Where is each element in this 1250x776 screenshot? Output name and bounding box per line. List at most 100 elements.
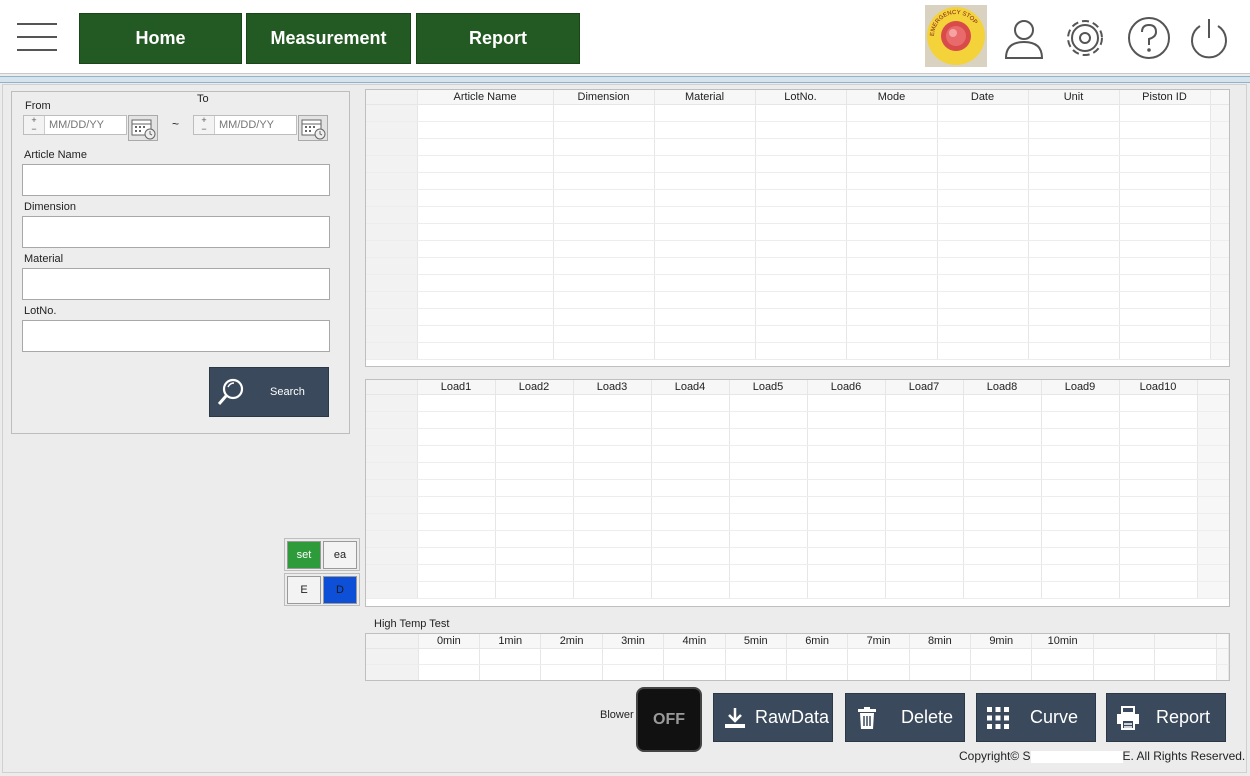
row-header-cell[interactable] <box>366 411 418 429</box>
table-cell[interactable] <box>729 394 808 412</box>
table-cell[interactable] <box>654 138 756 156</box>
scrollbar-track[interactable] <box>1210 274 1229 292</box>
scrollbar-track[interactable] <box>1210 206 1229 224</box>
table-cell[interactable] <box>755 240 847 258</box>
row-header-cell[interactable] <box>366 257 418 275</box>
table-cell[interactable] <box>755 104 847 122</box>
row-header-cell[interactable] <box>366 428 418 446</box>
nav-home-button[interactable]: Home <box>79 13 242 64</box>
table-cell[interactable] <box>807 513 886 531</box>
table-cell[interactable] <box>495 581 574 599</box>
table-cell[interactable] <box>1119 513 1198 531</box>
table-cell[interactable] <box>1119 138 1211 156</box>
table-cell[interactable] <box>885 530 964 548</box>
row-header-cell[interactable] <box>366 648 419 665</box>
help-icon[interactable] <box>1127 16 1171 60</box>
table-cell[interactable] <box>1028 342 1120 360</box>
table-cell[interactable] <box>495 479 574 497</box>
table-cell[interactable] <box>786 648 849 665</box>
table-cell[interactable] <box>963 564 1042 582</box>
table-cell[interactable] <box>937 155 1029 173</box>
table-cell[interactable] <box>553 274 655 292</box>
table-cell[interactable] <box>654 257 756 275</box>
table-cell[interactable] <box>846 308 938 326</box>
table-cell[interactable] <box>963 479 1042 497</box>
table-cell[interactable] <box>651 445 730 463</box>
table-cell[interactable] <box>1119 274 1211 292</box>
table-cell[interactable] <box>885 394 964 412</box>
rawdata-button[interactable]: RawData <box>713 693 833 742</box>
table-cell[interactable] <box>1119 223 1211 241</box>
table-cell[interactable] <box>937 274 1029 292</box>
table-cell[interactable] <box>651 530 730 548</box>
table-row[interactable] <box>366 513 1229 531</box>
table-cell[interactable] <box>1119 342 1211 360</box>
scrollbar-track[interactable] <box>1210 155 1229 173</box>
table-cell[interactable] <box>847 648 910 665</box>
table-cell[interactable] <box>654 189 756 207</box>
column-header[interactable]: Load10 <box>1119 380 1198 395</box>
table-cell[interactable] <box>1119 121 1211 139</box>
row-header-cell[interactable] <box>366 206 418 224</box>
table-cell[interactable] <box>885 513 964 531</box>
material-input[interactable] <box>22 268 330 300</box>
table-cell[interactable] <box>417 240 554 258</box>
table-cell[interactable] <box>417 104 554 122</box>
set-toggle-button[interactable]: set <box>287 541 321 569</box>
table-cell[interactable] <box>651 428 730 446</box>
table-cell[interactable] <box>573 581 652 599</box>
table-cell[interactable] <box>729 411 808 429</box>
table-cell[interactable] <box>654 342 756 360</box>
table-cell[interactable] <box>755 189 847 207</box>
table-cell[interactable] <box>1119 564 1198 582</box>
table-cell[interactable] <box>553 138 655 156</box>
table-cell[interactable] <box>553 223 655 241</box>
table-cell[interactable] <box>1119 189 1211 207</box>
table-cell[interactable] <box>417 530 496 548</box>
table-cell[interactable] <box>963 547 1042 565</box>
row-header-cell[interactable] <box>366 564 418 582</box>
scrollbar-track[interactable] <box>1210 172 1229 190</box>
table-cell[interactable] <box>937 240 1029 258</box>
table-cell[interactable] <box>963 394 1042 412</box>
table-cell[interactable] <box>573 513 652 531</box>
table-row[interactable] <box>366 308 1229 326</box>
table-cell[interactable] <box>1041 564 1120 582</box>
row-header-cell[interactable] <box>366 223 418 241</box>
table-cell[interactable] <box>807 564 886 582</box>
table-row[interactable] <box>366 104 1229 122</box>
column-header[interactable]: Load5 <box>729 380 808 395</box>
scrollbar-track[interactable] <box>1197 564 1229 582</box>
user-icon[interactable] <box>1002 16 1046 60</box>
table-cell[interactable] <box>937 325 1029 343</box>
table-cell[interactable] <box>417 291 554 309</box>
column-header[interactable]: 2min <box>540 634 603 649</box>
table-cell[interactable] <box>654 206 756 224</box>
table-cell[interactable] <box>1041 394 1120 412</box>
table-cell[interactable] <box>1028 104 1120 122</box>
table-cell[interactable] <box>1093 664 1156 680</box>
table-cell[interactable] <box>885 445 964 463</box>
row-header-cell[interactable] <box>366 104 418 122</box>
search-button[interactable]: Search <box>209 367 329 417</box>
to-date-input[interactable] <box>214 116 296 134</box>
table-cell[interactable] <box>963 513 1042 531</box>
dimension-input[interactable] <box>22 216 330 248</box>
delete-button[interactable]: Delete <box>845 693 965 742</box>
table-cell[interactable] <box>1028 308 1120 326</box>
table-cell[interactable] <box>663 648 726 665</box>
row-header-cell[interactable] <box>366 138 418 156</box>
table-cell[interactable] <box>1031 648 1094 665</box>
from-decrement-button[interactable]: − <box>24 125 44 134</box>
table-cell[interactable] <box>725 664 787 680</box>
table-cell[interactable] <box>807 581 886 599</box>
column-header[interactable]: Dimension <box>553 90 655 105</box>
table-cell[interactable] <box>651 547 730 565</box>
table-cell[interactable] <box>1119 445 1198 463</box>
table-cell[interactable] <box>1041 496 1120 514</box>
table-cell[interactable] <box>970 664 1033 680</box>
table-cell[interactable] <box>755 155 847 173</box>
table-cell[interactable] <box>651 513 730 531</box>
table-cell[interactable] <box>846 104 938 122</box>
table-row[interactable] <box>366 462 1229 480</box>
